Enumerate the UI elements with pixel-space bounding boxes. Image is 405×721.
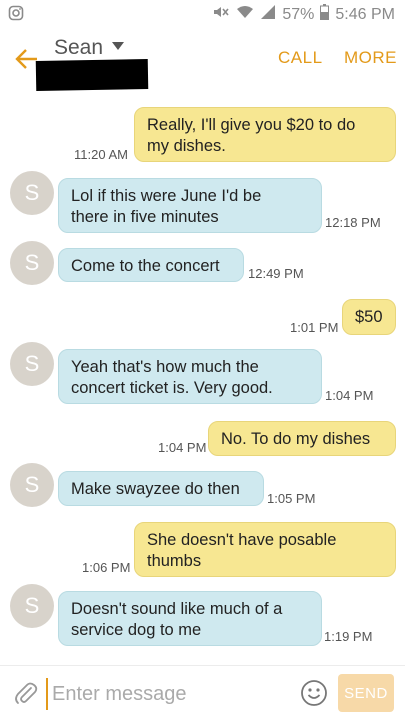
message-text: thumbs xyxy=(147,552,202,570)
mute-icon xyxy=(212,4,230,25)
message-bubble[interactable]: No. To do my dishes xyxy=(208,421,396,456)
paperclip-icon[interactable] xyxy=(12,679,40,707)
send-button[interactable]: SEND xyxy=(338,674,394,712)
avatar[interactable]: S xyxy=(10,241,54,285)
avatar[interactable]: S xyxy=(10,463,54,507)
message-timestamp: 1:01 PM xyxy=(290,320,339,335)
message-text: service dog to me xyxy=(71,621,202,639)
message-timestamp: 1:19 PM xyxy=(324,629,373,644)
message-bubble[interactable]: Come to the concert xyxy=(58,248,244,282)
avatar[interactable]: S xyxy=(10,342,54,386)
smiley-icon[interactable] xyxy=(300,679,328,707)
message-bubble[interactable]: $50 xyxy=(342,299,396,335)
conversation-header: Sean CALL MORE xyxy=(0,28,405,119)
more-button[interactable]: MORE xyxy=(344,48,397,68)
message-text: concert ticket is. Very good. xyxy=(71,379,273,397)
avatar[interactable]: S xyxy=(10,584,54,628)
message-timestamp: 12:49 PM xyxy=(248,266,304,281)
message-text: Lol if this were June I'd be xyxy=(71,187,262,205)
message-text: Really, I'll give you $20 to do xyxy=(147,116,356,134)
message-bubble[interactable]: Make swayzee do then xyxy=(58,471,264,506)
status-bar: 57% 5:46 PM xyxy=(0,0,405,28)
message-bubble[interactable]: Doesn't sound like much of a service dog… xyxy=(58,591,322,646)
message-timestamp: 11:20 AM xyxy=(74,147,128,162)
message-text: Make swayzee do then xyxy=(71,480,240,498)
signal-icon xyxy=(260,4,276,25)
message-timestamp: 12:18 PM xyxy=(325,215,381,230)
message-text: my dishes. xyxy=(147,137,226,155)
clock: 5:46 PM xyxy=(335,5,395,23)
message-text: Doesn't sound like much of a xyxy=(71,600,283,618)
message-text: No. To do my dishes xyxy=(221,430,371,448)
message-list[interactable]: Really, I'll give you $20 to do my dishe… xyxy=(0,91,405,665)
message-text: there in five minutes xyxy=(71,208,219,226)
instagram-icon xyxy=(8,5,24,26)
message-bubble[interactable]: Really, I'll give you $20 to do my dishe… xyxy=(134,107,396,162)
message-timestamp: 1:04 PM xyxy=(325,388,374,403)
contact-name[interactable]: Sean xyxy=(54,36,103,60)
message-text: Come to the concert xyxy=(71,257,220,275)
battery-percent: 57% xyxy=(282,5,315,23)
message-text: $50 xyxy=(355,308,383,326)
chevron-down-icon[interactable] xyxy=(112,42,124,50)
redaction-bar xyxy=(35,59,149,91)
message-bubble[interactable]: She doesn't have posable thumbs xyxy=(134,522,396,577)
message-timestamp: 1:05 PM xyxy=(267,491,316,506)
message-composer: SEND xyxy=(0,665,405,721)
battery-icon xyxy=(320,4,330,25)
message-text: She doesn't have posable xyxy=(147,531,337,549)
message-timestamp: 1:04 PM xyxy=(158,440,207,455)
message-timestamp: 1:06 PM xyxy=(82,560,131,575)
message-bubble[interactable]: Lol if this were June I'd be there in fi… xyxy=(58,178,322,233)
avatar[interactable]: S xyxy=(10,171,54,215)
message-text: Yeah that's how much the xyxy=(71,358,259,376)
call-button[interactable]: CALL xyxy=(278,48,323,68)
message-input[interactable] xyxy=(46,678,294,710)
message-bubble[interactable]: Yeah that's how much the concert ticket … xyxy=(58,349,322,404)
wifi-icon xyxy=(236,4,254,25)
